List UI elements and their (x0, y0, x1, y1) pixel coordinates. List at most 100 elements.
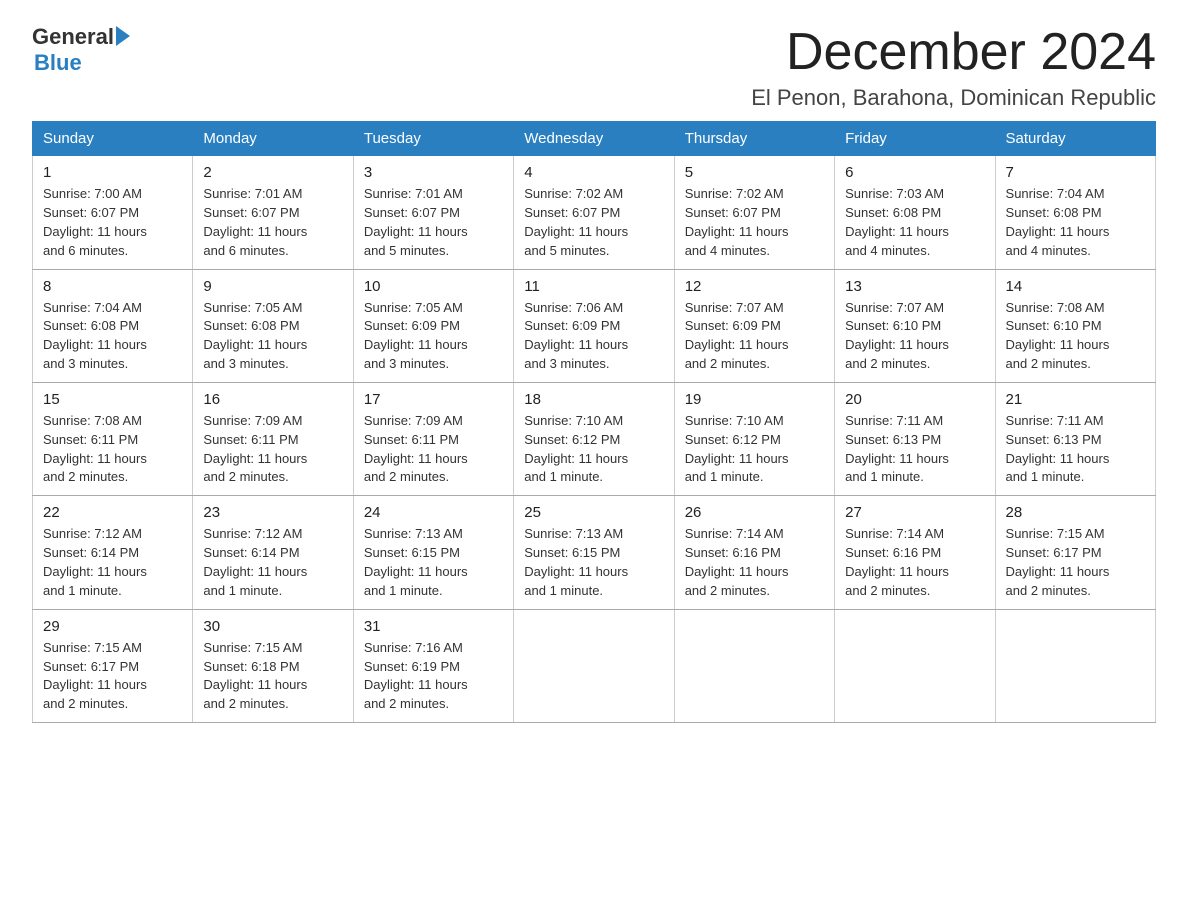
calendar-cell (835, 609, 995, 722)
calendar-cell: 29 Sunrise: 7:15 AM Sunset: 6:17 PM Dayli… (33, 609, 193, 722)
day-info: Sunrise: 7:14 AM Sunset: 6:16 PM Dayligh… (685, 525, 824, 600)
day-number: 29 (43, 618, 182, 635)
calendar-cell: 24 Sunrise: 7:13 AM Sunset: 6:15 PM Dayli… (353, 496, 513, 609)
calendar-cell (674, 609, 834, 722)
day-number: 28 (1006, 504, 1145, 521)
day-info: Sunrise: 7:12 AM Sunset: 6:14 PM Dayligh… (43, 525, 182, 600)
calendar-cell: 31 Sunrise: 7:16 AM Sunset: 6:19 PM Dayli… (353, 609, 513, 722)
day-info: Sunrise: 7:04 AM Sunset: 6:08 PM Dayligh… (1006, 185, 1145, 260)
day-info: Sunrise: 7:08 AM Sunset: 6:11 PM Dayligh… (43, 412, 182, 487)
calendar-cell: 9 Sunrise: 7:05 AM Sunset: 6:08 PM Daylig… (193, 269, 353, 382)
calendar-cell: 8Sunrise: 7:04 AM Sunset: 6:08 PM Daylig… (33, 269, 193, 382)
day-number: 1 (43, 164, 182, 181)
calendar-cell: 4 Sunrise: 7:02 AM Sunset: 6:07 PM Daylig… (514, 156, 674, 269)
calendar-cell: 10 Sunrise: 7:05 AM Sunset: 6:09 PM Dayli… (353, 269, 513, 382)
day-info: Sunrise: 7:01 AM Sunset: 6:07 PM Dayligh… (364, 185, 503, 260)
location-title: El Penon, Barahona, Dominican Republic (751, 85, 1156, 111)
day-number: 21 (1006, 391, 1145, 408)
day-number: 13 (845, 278, 984, 295)
day-number: 26 (685, 504, 824, 521)
calendar-week-row: 22 Sunrise: 7:12 AM Sunset: 6:14 PM Dayli… (33, 496, 1156, 609)
day-number: 10 (364, 278, 503, 295)
day-info: Sunrise: 7:09 AM Sunset: 6:11 PM Dayligh… (203, 412, 342, 487)
calendar-week-row: 8Sunrise: 7:04 AM Sunset: 6:08 PM Daylig… (33, 269, 1156, 382)
day-number: 27 (845, 504, 984, 521)
day-number: 25 (524, 504, 663, 521)
calendar-cell: 26 Sunrise: 7:14 AM Sunset: 6:16 PM Dayli… (674, 496, 834, 609)
day-number: 4 (524, 164, 663, 181)
day-info: Sunrise: 7:06 AM Sunset: 6:09 PM Dayligh… (524, 299, 663, 374)
calendar-cell: 30Sunrise: 7:15 AM Sunset: 6:18 PM Dayli… (193, 609, 353, 722)
calendar-cell (995, 609, 1155, 722)
calendar-header-monday: Monday (193, 122, 353, 156)
day-info: Sunrise: 7:15 AM Sunset: 6:18 PM Dayligh… (203, 639, 342, 714)
calendar-cell: 16Sunrise: 7:09 AM Sunset: 6:11 PM Dayli… (193, 382, 353, 495)
day-info: Sunrise: 7:13 AM Sunset: 6:15 PM Dayligh… (364, 525, 503, 600)
calendar-cell: 18 Sunrise: 7:10 AM Sunset: 6:12 PM Dayli… (514, 382, 674, 495)
day-number: 3 (364, 164, 503, 181)
day-number: 24 (364, 504, 503, 521)
day-info: Sunrise: 7:02 AM Sunset: 6:07 PM Dayligh… (685, 185, 824, 260)
day-info: Sunrise: 7:05 AM Sunset: 6:09 PM Dayligh… (364, 299, 503, 374)
day-info: Sunrise: 7:10 AM Sunset: 6:12 PM Dayligh… (685, 412, 824, 487)
day-number: 9 (203, 278, 342, 295)
calendar-cell: 14 Sunrise: 7:08 AM Sunset: 6:10 PM Dayli… (995, 269, 1155, 382)
calendar-header-row: SundayMondayTuesdayWednesdayThursdayFrid… (33, 122, 1156, 156)
day-info: Sunrise: 7:15 AM Sunset: 6:17 PM Dayligh… (1006, 525, 1145, 600)
day-info: Sunrise: 7:13 AM Sunset: 6:15 PM Dayligh… (524, 525, 663, 600)
day-info: Sunrise: 7:07 AM Sunset: 6:09 PM Dayligh… (685, 299, 824, 374)
calendar-cell: 5 Sunrise: 7:02 AM Sunset: 6:07 PM Daylig… (674, 156, 834, 269)
day-number: 20 (845, 391, 984, 408)
calendar-header-sunday: Sunday (33, 122, 193, 156)
day-number: 17 (364, 391, 503, 408)
calendar-cell: 15Sunrise: 7:08 AM Sunset: 6:11 PM Dayli… (33, 382, 193, 495)
day-info: Sunrise: 7:02 AM Sunset: 6:07 PM Dayligh… (524, 185, 663, 260)
day-number: 7 (1006, 164, 1145, 181)
calendar-cell: 6 Sunrise: 7:03 AM Sunset: 6:08 PM Daylig… (835, 156, 995, 269)
day-number: 31 (364, 618, 503, 635)
day-info: Sunrise: 7:14 AM Sunset: 6:16 PM Dayligh… (845, 525, 984, 600)
calendar-week-row: 1Sunrise: 7:00 AM Sunset: 6:07 PM Daylig… (33, 156, 1156, 269)
calendar-cell: 20Sunrise: 7:11 AM Sunset: 6:13 PM Dayli… (835, 382, 995, 495)
calendar-cell: 11Sunrise: 7:06 AM Sunset: 6:09 PM Dayli… (514, 269, 674, 382)
calendar-header-saturday: Saturday (995, 122, 1155, 156)
calendar-table: SundayMondayTuesdayWednesdayThursdayFrid… (32, 121, 1156, 723)
logo: General Blue (32, 24, 130, 76)
month-title: December 2024 (751, 24, 1156, 81)
calendar-header-thursday: Thursday (674, 122, 834, 156)
page-header: General Blue December 2024 El Penon, Bar… (32, 24, 1156, 111)
day-number: 19 (685, 391, 824, 408)
calendar-cell: 7 Sunrise: 7:04 AM Sunset: 6:08 PM Daylig… (995, 156, 1155, 269)
day-number: 22 (43, 504, 182, 521)
calendar-cell: 3 Sunrise: 7:01 AM Sunset: 6:07 PM Daylig… (353, 156, 513, 269)
day-number: 14 (1006, 278, 1145, 295)
day-number: 23 (203, 504, 342, 521)
logo-general-text: General (32, 24, 114, 50)
day-info: Sunrise: 7:08 AM Sunset: 6:10 PM Dayligh… (1006, 299, 1145, 374)
day-number: 5 (685, 164, 824, 181)
day-number: 6 (845, 164, 984, 181)
logo-blue-text: Blue (34, 50, 82, 76)
day-info: Sunrise: 7:05 AM Sunset: 6:08 PM Dayligh… (203, 299, 342, 374)
calendar-cell: 21Sunrise: 7:11 AM Sunset: 6:13 PM Dayli… (995, 382, 1155, 495)
logo-arrow-icon (116, 26, 130, 46)
day-info: Sunrise: 7:15 AM Sunset: 6:17 PM Dayligh… (43, 639, 182, 714)
title-block: December 2024 El Penon, Barahona, Domini… (751, 24, 1156, 111)
day-info: Sunrise: 7:07 AM Sunset: 6:10 PM Dayligh… (845, 299, 984, 374)
calendar-cell: 17 Sunrise: 7:09 AM Sunset: 6:11 PM Dayli… (353, 382, 513, 495)
calendar-cell: 1Sunrise: 7:00 AM Sunset: 6:07 PM Daylig… (33, 156, 193, 269)
day-info: Sunrise: 7:09 AM Sunset: 6:11 PM Dayligh… (364, 412, 503, 487)
calendar-header-tuesday: Tuesday (353, 122, 513, 156)
calendar-week-row: 29 Sunrise: 7:15 AM Sunset: 6:17 PM Dayli… (33, 609, 1156, 722)
day-number: 12 (685, 278, 824, 295)
day-info: Sunrise: 7:03 AM Sunset: 6:08 PM Dayligh… (845, 185, 984, 260)
calendar-header-friday: Friday (835, 122, 995, 156)
calendar-cell: 27 Sunrise: 7:14 AM Sunset: 6:16 PM Dayli… (835, 496, 995, 609)
day-number: 18 (524, 391, 663, 408)
calendar-week-row: 15Sunrise: 7:08 AM Sunset: 6:11 PM Dayli… (33, 382, 1156, 495)
day-info: Sunrise: 7:10 AM Sunset: 6:12 PM Dayligh… (524, 412, 663, 487)
calendar-cell: 19 Sunrise: 7:10 AM Sunset: 6:12 PM Dayli… (674, 382, 834, 495)
day-info: Sunrise: 7:12 AM Sunset: 6:14 PM Dayligh… (203, 525, 342, 600)
day-info: Sunrise: 7:16 AM Sunset: 6:19 PM Dayligh… (364, 639, 503, 714)
calendar-cell: 22 Sunrise: 7:12 AM Sunset: 6:14 PM Dayli… (33, 496, 193, 609)
